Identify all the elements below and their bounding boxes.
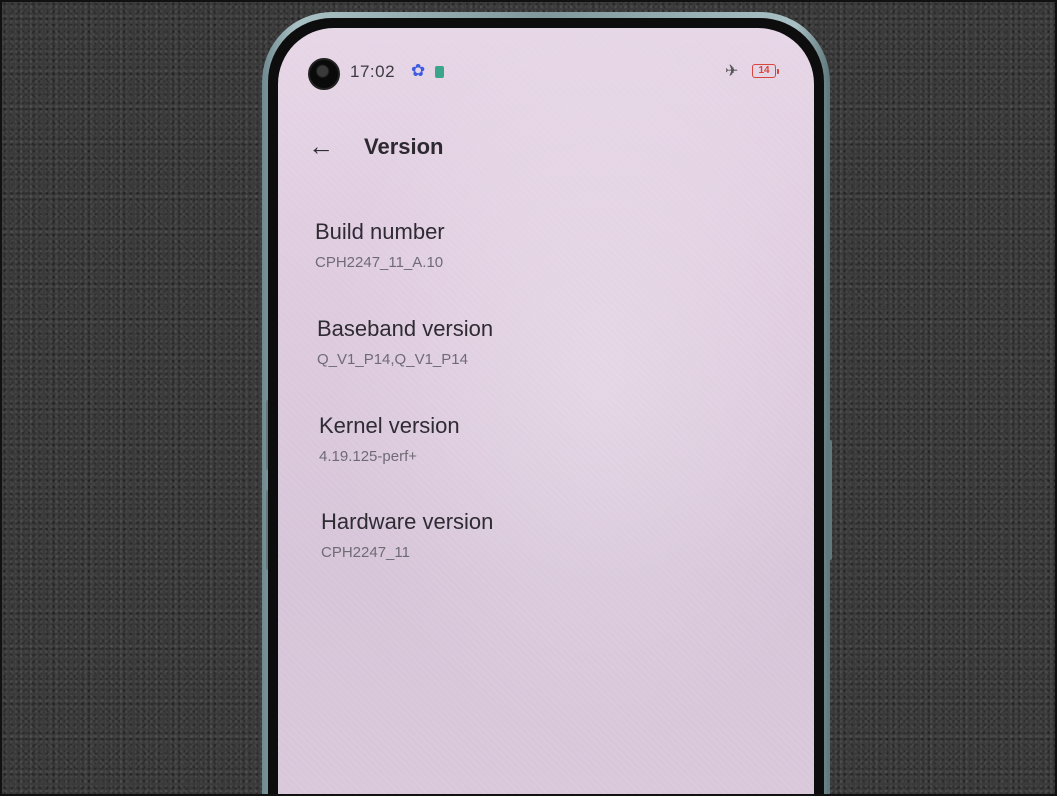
item-value: CPH2247_11_A.10 bbox=[315, 254, 444, 271]
item-label: Baseband version bbox=[317, 316, 494, 341]
version-info-list: Build number CPH2247_11_A.10 Baseband ve… bbox=[278, 28, 814, 796]
list-item-baseband-version[interactable]: Baseband version Q_V1_P14,Q_V1_P14 bbox=[317, 315, 717, 369]
item-value: Q_V1_P14,Q_V1_P14 bbox=[317, 351, 468, 368]
list-item-build-number[interactable]: Build number CPH2247_11_A.10 bbox=[315, 218, 715, 272]
photo-background: 17:02 ✿ ✈ 14 ← Version Build number CPH2… bbox=[0, 0, 1057, 796]
item-label: Kernel version bbox=[319, 413, 460, 438]
item-value: 4.19.125-perf+ bbox=[319, 448, 417, 465]
list-item-hardware-version[interactable]: Hardware version CPH2247_11 bbox=[321, 508, 721, 562]
item-label: Build number bbox=[315, 219, 445, 244]
power-button bbox=[826, 440, 832, 560]
list-item-kernel-version[interactable]: Kernel version 4.19.125-perf+ bbox=[319, 412, 719, 466]
item-value: CPH2247_11 bbox=[321, 544, 410, 561]
phone-screen: 17:02 ✿ ✈ 14 ← Version Build number CPH2… bbox=[278, 28, 814, 796]
item-label: Hardware version bbox=[321, 509, 494, 534]
